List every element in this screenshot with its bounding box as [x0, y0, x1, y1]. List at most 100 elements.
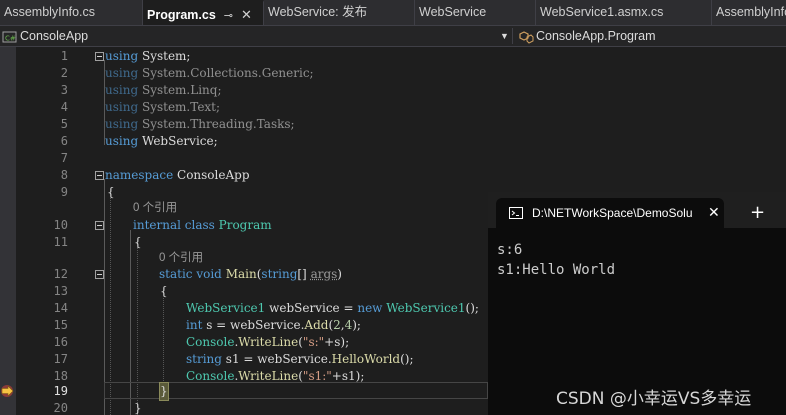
tab-label: WebService1.asmx.cs: [540, 5, 664, 19]
keyword: int: [186, 318, 203, 332]
type-name: Console: [186, 369, 235, 383]
code-text: );: [352, 318, 361, 332]
tab-label: AssemblyInfo.cs: [4, 5, 96, 19]
keyword: class: [184, 218, 215, 232]
line-number: 5: [60, 117, 68, 131]
method-name: WriteLine: [238, 335, 299, 349]
punct: ): [337, 267, 342, 281]
close-brace: }: [134, 401, 142, 415]
code-line-4: 4 using System.Text;: [0, 99, 786, 116]
namespace-ref: System;: [141, 49, 191, 63]
code-text: ();: [400, 352, 414, 366]
line-number: 20: [53, 401, 68, 415]
new-tab-icon[interactable]: +: [750, 198, 765, 228]
code-line-8: 8 namespace ConsoleApp: [0, 167, 786, 184]
output-line: s:6: [497, 242, 523, 258]
collapse-icon[interactable]: [95, 52, 104, 61]
tab-label: Program.cs: [147, 8, 216, 22]
method-name: Add: [304, 318, 329, 332]
line-number: 11: [53, 235, 68, 249]
line-number: 15: [53, 318, 68, 332]
tab-webservice[interactable]: WebService: [415, 0, 536, 25]
terminal-window[interactable]: D:\NETWorkSpace\DemoSolu ✕ + s:6 s1:Hello…: [488, 192, 786, 415]
code-line-7: 7: [0, 150, 786, 167]
tab-webservice-publish[interactable]: WebService: 发布: [264, 0, 415, 25]
keyword: using: [105, 117, 139, 131]
document-tab-bar: AssemblyInfo.cs Program.cs ⊸ ✕ WebService:…: [0, 0, 786, 25]
divider: [512, 28, 513, 44]
keyword: using: [105, 134, 139, 148]
tab-label: AssemblyInfo: [716, 5, 786, 19]
tab-webservice1-asmx[interactable]: WebService1.asmx.cs: [536, 0, 712, 25]
namespace-ref: System.Collections.Generic;: [141, 66, 314, 80]
code-text: +s1);: [331, 369, 365, 383]
namespace-ref: System.Text;: [141, 100, 221, 114]
type-name: WebService1: [186, 301, 266, 315]
type-name: Console: [186, 335, 235, 349]
punct: []: [297, 267, 311, 281]
terminal-tab[interactable]: D:\NETWorkSpace\DemoSolu ✕: [496, 198, 724, 228]
number-literal: 2: [333, 318, 341, 332]
keyword: using: [105, 83, 139, 97]
method-name: HelloWorld: [331, 352, 401, 366]
keyword: using: [105, 100, 139, 114]
keyword: new: [357, 301, 383, 315]
class-name: Program: [218, 218, 272, 232]
terminal-icon: [509, 207, 523, 219]
tab-label: WebService: [419, 5, 487, 19]
type-name: WebService1: [382, 301, 466, 315]
collapse-icon[interactable]: [95, 270, 104, 279]
open-brace: {: [160, 284, 168, 298]
code-text: ();: [465, 301, 479, 315]
chevron-down-icon[interactable]: ▼: [500, 26, 509, 46]
project-dropdown[interactable]: C# ConsoleApp ▼: [0, 26, 512, 46]
namespace-name: ConsoleApp: [177, 168, 250, 182]
code-line-6: 6 using WebService;: [0, 133, 786, 150]
pin-icon[interactable]: ⊸: [224, 10, 233, 22]
open-brace: {: [134, 235, 142, 249]
line-number: 16: [53, 335, 68, 349]
terminal-tab-title: D:\NETWorkSpace\DemoSolu: [532, 206, 693, 220]
csharp-project-icon: C#: [2, 31, 17, 43]
line-number: 19: [53, 384, 68, 398]
keyword: internal: [133, 218, 181, 232]
line-number: 6: [60, 134, 68, 148]
tab-assemblyinfo[interactable]: AssemblyInfo.cs: [0, 0, 143, 25]
line-number: 7: [60, 151, 68, 165]
string-literal: "s:": [302, 335, 325, 349]
scope-dropdown[interactable]: ConsoleApp.Program: [518, 26, 786, 46]
method-name: Main: [225, 267, 257, 281]
line-number: 13: [53, 284, 68, 298]
line-number: 4: [60, 100, 68, 114]
line-number: 2: [60, 66, 68, 80]
close-icon[interactable]: ✕: [241, 7, 252, 22]
project-name: ConsoleApp: [20, 29, 89, 43]
code-text: webService =: [265, 301, 358, 315]
code-line-3: 3 using System.Linq;: [0, 82, 786, 99]
collapse-icon[interactable]: [95, 221, 104, 230]
code-text: s = webService.: [202, 318, 305, 332]
keyword: string: [261, 267, 298, 281]
keyword: string: [186, 352, 222, 366]
namespace-ref: System.Linq;: [141, 83, 222, 97]
terminal-output: s:6 s1:Hello World: [497, 240, 615, 280]
tab-label: WebService: 发布: [268, 5, 368, 19]
navigation-bar: C# ConsoleApp ▼ ConsoleApp.Program: [0, 25, 786, 47]
code-line-1: 1 using System;: [0, 48, 786, 65]
tab-program-cs[interactable]: Program.cs ⊸ ✕: [143, 0, 264, 25]
line-number: 3: [60, 83, 68, 97]
line-number: 14: [53, 301, 68, 315]
line-number: 9: [60, 185, 68, 199]
reference-count-link[interactable]: 0 个引用: [133, 200, 177, 217]
terminal-titlebar[interactable]: D:\NETWorkSpace\DemoSolu ✕ +: [488, 192, 786, 228]
svg-text:C#: C#: [5, 34, 16, 42]
collapse-icon[interactable]: [95, 171, 104, 180]
string-literal: "s1:": [302, 369, 332, 383]
reference-count-link[interactable]: 0 个引用: [159, 250, 203, 267]
line-number: 8: [60, 168, 68, 182]
tab-assemblyinfo-2[interactable]: AssemblyInfo: [712, 0, 786, 25]
watermark: CSDN @小幸运VS多幸运: [556, 389, 752, 409]
close-brace: }: [159, 382, 169, 401]
close-icon[interactable]: ✕: [708, 198, 720, 228]
keyword: using: [105, 49, 139, 63]
